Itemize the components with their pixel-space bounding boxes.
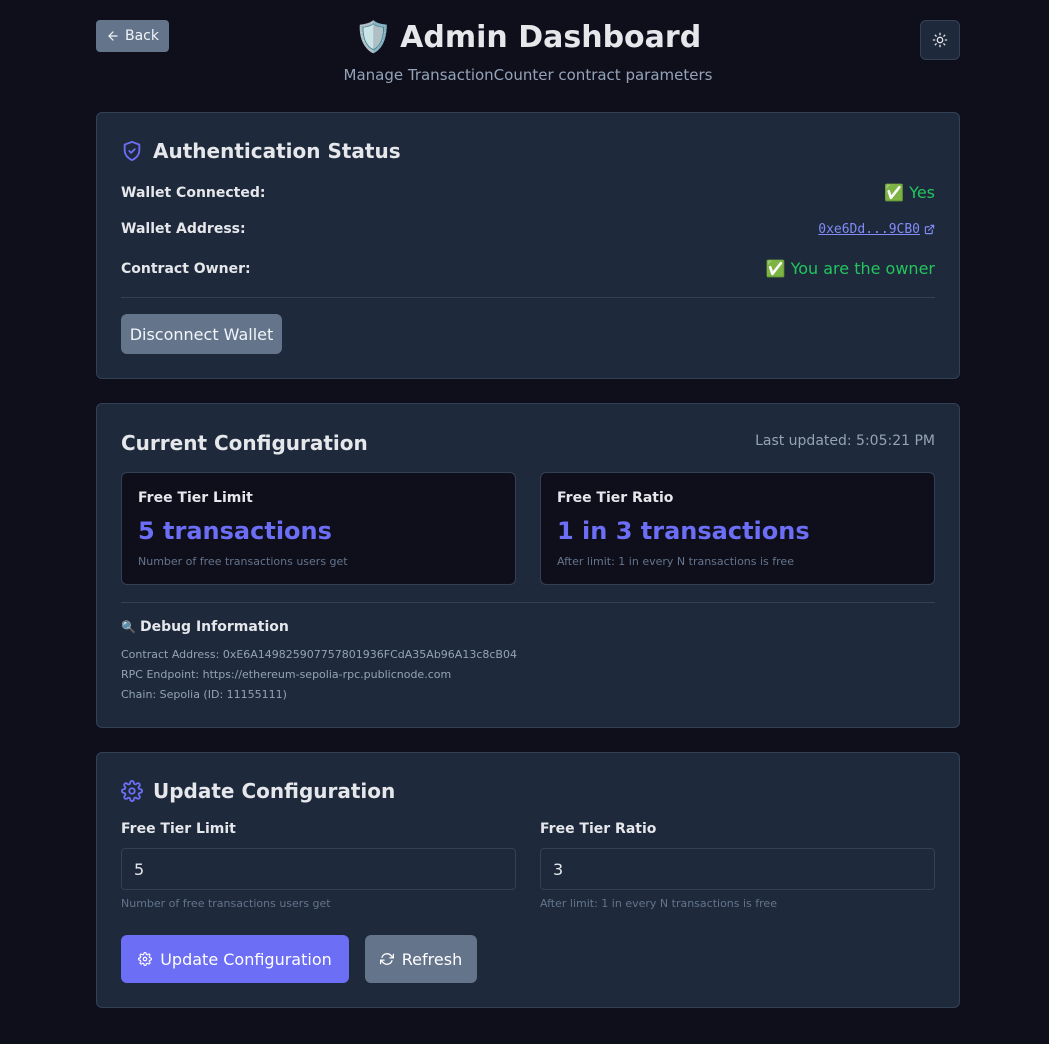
auth-divider	[121, 297, 935, 298]
update-card-title-text: Update Configuration	[153, 779, 396, 803]
wallet-address-text: 0xe6Dd...9CB0	[818, 221, 920, 237]
config-card-title: Current Configuration	[121, 431, 368, 455]
debug-title-text: Debug Information	[139, 619, 289, 635]
shield-check-icon	[121, 140, 143, 162]
update-configuration-button-label: Update Configuration	[160, 949, 332, 969]
contract-owner-label: Contract Owner:	[121, 260, 251, 277]
debug-information-title: 🔍 Debug Information	[121, 619, 289, 635]
debug-contract-address: Contract Address: 0xE6A14982590775780193…	[121, 648, 517, 661]
gear-icon	[121, 780, 143, 802]
debug-chain: Chain: Sepolia (ID: 11155111)	[121, 688, 287, 701]
debug-rpc-endpoint: RPC Endpoint: https://ethereum-sepolia-r…	[121, 668, 452, 681]
free-tier-ratio-input-hint: After limit: 1 in every N transactions i…	[540, 897, 777, 910]
update-card-title: Update Configuration	[121, 779, 395, 803]
free-tier-ratio-stat: Free Tier Ratio 1 in 3 transactions Afte…	[540, 472, 935, 585]
free-tier-ratio-field: Free Tier Ratio 3 After limit: 1 in ever…	[540, 821, 935, 910]
external-link-icon	[924, 224, 935, 235]
free-tier-ratio-input[interactable]: 3	[540, 848, 935, 890]
page-title-text: Admin Dashboard	[400, 20, 702, 55]
free-tier-limit-stat: Free Tier Limit 5 transactions Number of…	[121, 472, 516, 585]
free-tier-ratio-input-label: Free Tier Ratio	[540, 821, 657, 837]
refresh-button-label: Refresh	[401, 949, 463, 969]
page-header: Back 🛡️ Admin Dashboard Manage Transacti…	[96, 0, 960, 112]
wallet-connected-value: ✅ Yes	[884, 183, 935, 202]
shield-emoji-icon: 🛡️	[354, 20, 393, 55]
authentication-status-card: Authentication Status Wallet Connected: …	[96, 112, 960, 379]
contract-owner-row: Contract Owner: ✅ You are the owner	[121, 259, 935, 278]
update-configuration-button[interactable]: Update Configuration	[121, 935, 349, 983]
auth-card-title: Authentication Status	[121, 139, 401, 163]
free-tier-limit-value: 5 transactions	[138, 517, 332, 545]
refresh-icon	[379, 952, 394, 966]
wallet-connected-label: Wallet Connected:	[121, 184, 266, 201]
magnifier-emoji-icon: 🔍	[121, 620, 136, 634]
free-tier-limit-input-label: Free Tier Limit	[121, 821, 236, 837]
free-tier-limit-input[interactable]: 5	[121, 848, 516, 890]
title-block: 🛡️ Admin Dashboard Manage TransactionCou…	[96, 18, 960, 84]
admin-dashboard-page: Back 🛡️ Admin Dashboard Manage Transacti…	[96, 0, 960, 1008]
contract-owner-value: ✅ You are the owner	[765, 259, 935, 278]
wallet-address-row: Wallet Address: 0xe6Dd...9CB0	[121, 221, 935, 237]
free-tier-ratio-label: Free Tier Ratio	[557, 490, 674, 506]
wallet-address-link[interactable]: 0xe6Dd...9CB0	[818, 222, 935, 237]
refresh-button[interactable]: Refresh	[365, 935, 477, 983]
gear-small-icon	[138, 952, 153, 966]
free-tier-limit-field: Free Tier Limit 5 Number of free transac…	[121, 821, 516, 910]
theme-toggle-button[interactable]	[920, 20, 960, 60]
current-configuration-card: Current Configuration Last updated: 5:05…	[96, 403, 960, 728]
auth-card-title-text: Authentication Status	[153, 139, 401, 163]
page-subtitle: Manage TransactionCounter contract param…	[343, 66, 713, 84]
free-tier-ratio-value: 1 in 3 transactions	[557, 517, 810, 545]
config-divider	[121, 602, 935, 603]
disconnect-wallet-button[interactable]: Disconnect Wallet	[121, 314, 282, 354]
free-tier-limit-input-hint: Number of free transactions users get	[121, 897, 331, 910]
free-tier-ratio-hint: After limit: 1 in every N transactions i…	[557, 555, 794, 568]
free-tier-limit-label: Free Tier Limit	[138, 490, 253, 506]
wallet-address-label: Wallet Address:	[121, 221, 246, 237]
page-title: 🛡️ Admin Dashboard	[355, 18, 701, 58]
last-updated-text: Last updated: 5:05:21 PM	[755, 433, 935, 449]
wallet-connected-row: Wallet Connected: ✅ Yes	[121, 183, 935, 202]
free-tier-limit-hint: Number of free transactions users get	[138, 555, 348, 568]
sun-icon	[932, 32, 948, 48]
update-configuration-card: Update Configuration Free Tier Limit 5 N…	[96, 752, 960, 1008]
